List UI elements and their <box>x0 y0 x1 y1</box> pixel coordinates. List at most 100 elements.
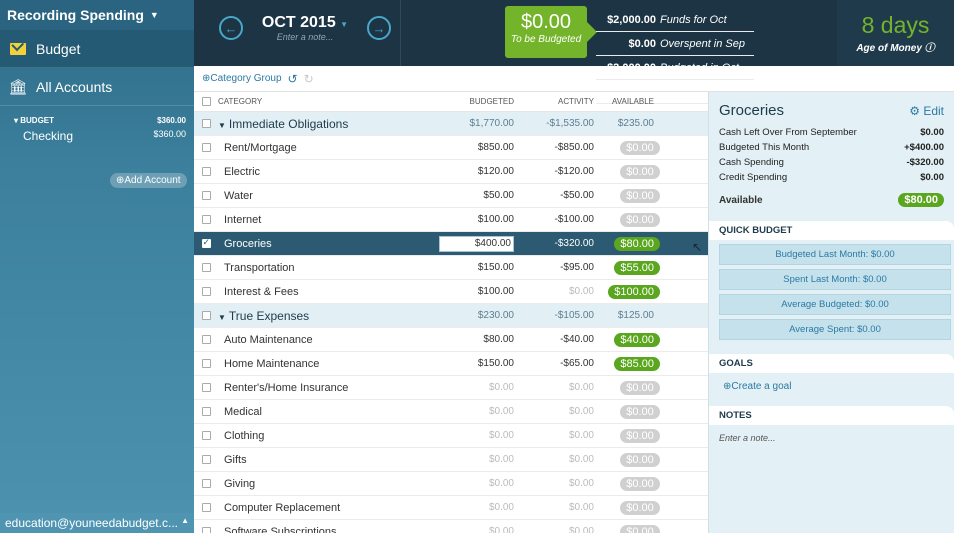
activity-amount[interactable]: $0.00 <box>514 286 594 297</box>
category-row[interactable]: Groceries $400.00-$320.00 $80.00 <box>194 232 708 256</box>
quick-budget-last-month-budgeted[interactable]: Budgeted Last Month: $0.00 <box>719 244 951 265</box>
quick-budget-average-budgeted[interactable]: Average Budgeted: $0.00 <box>719 294 951 315</box>
budgeted-amount[interactable]: $150.00 <box>414 262 514 273</box>
accounts-group-header[interactable]: ▾ BUDGET $360.00 <box>14 116 186 125</box>
row-checkbox[interactable] <box>201 383 211 392</box>
budgeted-amount[interactable]: $0.00 <box>414 502 514 513</box>
nav-budget[interactable]: Budget <box>0 30 194 68</box>
month-selector[interactable]: OCT 2015 ▼ Enter a note... <box>253 14 357 42</box>
category-row[interactable]: Clothing $0.00 $0.00 $0.00 <box>194 424 708 448</box>
available-pill[interactable]: $0.00 <box>620 428 660 443</box>
available-pill[interactable]: $0.00 <box>620 524 660 533</box>
row-checkbox[interactable] <box>201 503 211 512</box>
select-all-checkbox[interactable] <box>201 97 211 106</box>
row-checkbox[interactable] <box>201 335 211 344</box>
category-row[interactable]: Medical $0.00 $0.00 $0.00 <box>194 400 708 424</box>
category-row[interactable]: Water $50.00 -$50.00 $0.00 <box>194 184 708 208</box>
create-goal-link[interactable]: ⊕Create a goal <box>709 373 954 400</box>
available-pill[interactable]: $0.00 <box>620 140 660 155</box>
row-checkbox[interactable] <box>201 407 211 416</box>
activity-amount[interactable]: -$320.00 <box>514 238 594 249</box>
budgeted-amount[interactable]: $100.00 <box>414 214 514 225</box>
activity-amount[interactable]: -$65.00 <box>514 358 594 369</box>
activity-amount[interactable]: $0.00 <box>514 430 594 441</box>
previous-month-button[interactable]: ← <box>219 16 243 40</box>
info-icon[interactable]: ⓘ <box>925 43 935 54</box>
available-pill[interactable]: $0.00 <box>620 476 660 491</box>
category-row[interactable]: Auto Maintenance $80.00 -$40.00 $40.00 <box>194 328 708 352</box>
category-row[interactable]: Software Subscriptions $0.00 $0.00 $0.00 <box>194 520 708 533</box>
budgeted-amount[interactable]: $0.00 <box>414 454 514 465</box>
category-row[interactable]: Transportation $150.00 -$95.00 $55.00 <box>194 256 708 280</box>
available-pill[interactable]: $0.00 <box>620 212 660 227</box>
activity-amount[interactable]: $0.00 <box>514 406 594 417</box>
add-account-button[interactable]: ⊕Add Account <box>110 173 187 188</box>
row-checkbox[interactable] <box>201 237 211 248</box>
category-row[interactable]: Home Maintenance $150.00 -$65.00 $85.00 <box>194 352 708 376</box>
triangle-down-icon[interactable]: ▼ <box>218 121 226 130</box>
category-row[interactable]: Renter's/Home Insurance $0.00 $0.00 $0.00 <box>194 376 708 400</box>
available-pill[interactable]: $40.00 <box>614 332 660 347</box>
activity-amount[interactable]: -$50.00 <box>514 190 594 201</box>
available-pill[interactable]: $0.00 <box>620 452 660 467</box>
add-category-group-button[interactable]: ⊕Category Group <box>202 73 282 84</box>
undo-icon[interactable]: ↺ <box>288 72 298 86</box>
row-checkbox[interactable] <box>201 263 211 272</box>
activity-amount[interactable]: $0.00 <box>514 478 594 489</box>
to-be-budgeted-box[interactable]: $0.00 To be Budgeted <box>505 6 597 58</box>
activity-amount[interactable]: $0.00 <box>514 454 594 465</box>
next-month-button[interactable]: → <box>367 16 391 40</box>
row-checkbox[interactable] <box>201 215 211 224</box>
budgeted-amount[interactable]: $0.00 <box>414 526 514 533</box>
budgeted-amount[interactable]: $0.00 <box>414 382 514 393</box>
row-checkbox[interactable] <box>201 431 211 440</box>
budgeted-amount[interactable]: $50.00 <box>414 190 514 201</box>
month-note-input[interactable]: Enter a note... <box>253 32 357 42</box>
category-row[interactable]: Computer Replacement $0.00 $0.00 $0.00 <box>194 496 708 520</box>
category-row[interactable]: Rent/Mortgage $850.00 -$850.00 $0.00 <box>194 136 708 160</box>
activity-amount[interactable]: -$1,535.00 <box>514 118 594 129</box>
row-checkbox[interactable] <box>201 143 211 152</box>
budgeted-amount[interactable]: $0.00 <box>414 430 514 441</box>
budgeted-amount[interactable]: $1,770.00 <box>414 118 515 129</box>
available-pill[interactable]: $100.00 <box>608 284 660 299</box>
budgeted-amount[interactable]: $230.00 <box>414 310 514 321</box>
category-row[interactable]: Giving $0.00 $0.00 $0.00 <box>194 472 708 496</box>
category-row[interactable]: Electric $120.00 -$120.00 $0.00 <box>194 160 708 184</box>
activity-amount[interactable]: -$120.00 <box>514 166 594 177</box>
category-row[interactable]: Gifts $0.00 $0.00 $0.00 <box>194 448 708 472</box>
activity-amount[interactable]: -$105.00 <box>514 310 594 321</box>
available-pill[interactable]: $0.00 <box>620 188 660 203</box>
budgeted-amount[interactable]: $0.00 <box>414 406 514 417</box>
budgeted-amount[interactable]: $120.00 <box>414 166 514 177</box>
activity-amount[interactable]: -$40.00 <box>514 334 594 345</box>
row-checkbox[interactable] <box>201 455 211 464</box>
nav-all-accounts[interactable]: 🏛 All Accounts <box>0 68 194 106</box>
activity-amount[interactable]: -$850.00 <box>514 142 594 153</box>
row-checkbox[interactable] <box>201 119 211 128</box>
budget-name-menu[interactable]: Recording Spending ▼ <box>0 0 194 30</box>
quick-budget-last-month-spent[interactable]: Spent Last Month: $0.00 <box>719 269 951 290</box>
redo-icon[interactable]: ↻ <box>304 72 314 86</box>
activity-amount[interactable]: -$100.00 <box>514 214 594 225</box>
activity-amount[interactable]: $0.00 <box>514 526 594 533</box>
available-pill[interactable]: $55.00 <box>614 260 660 275</box>
user-menu[interactable]: education@youneedabudget.c... ▲ <box>0 513 194 533</box>
row-checkbox[interactable] <box>201 287 211 296</box>
category-row[interactable]: Interest & Fees $100.00 $0.00 $100.00 <box>194 280 708 304</box>
budgeted-amount[interactable]: $150.00 <box>414 358 514 369</box>
available-pill[interactable]: $85.00 <box>614 356 660 371</box>
budgeted-amount[interactable]: $850.00 <box>414 142 514 153</box>
row-checkbox[interactable] <box>201 359 211 368</box>
row-checkbox[interactable] <box>201 527 211 533</box>
available-pill[interactable]: $0.00 <box>620 404 660 419</box>
row-checkbox[interactable] <box>201 191 211 200</box>
category-note-input[interactable]: Enter a note... <box>709 425 954 451</box>
row-checkbox[interactable] <box>201 479 211 488</box>
edit-category-button[interactable]: ⚙ Edit <box>909 104 944 118</box>
budgeted-amount[interactable]: $0.00 <box>414 478 514 489</box>
row-checkbox[interactable] <box>201 167 211 176</box>
budgeted-amount[interactable]: $80.00 <box>414 334 514 345</box>
quick-budget-average-spent[interactable]: Average Spent: $0.00 <box>719 319 951 340</box>
category-group-row[interactable]: ▼ Immediate Obligations $1,770.00 -$1,535.0… <box>194 112 708 136</box>
